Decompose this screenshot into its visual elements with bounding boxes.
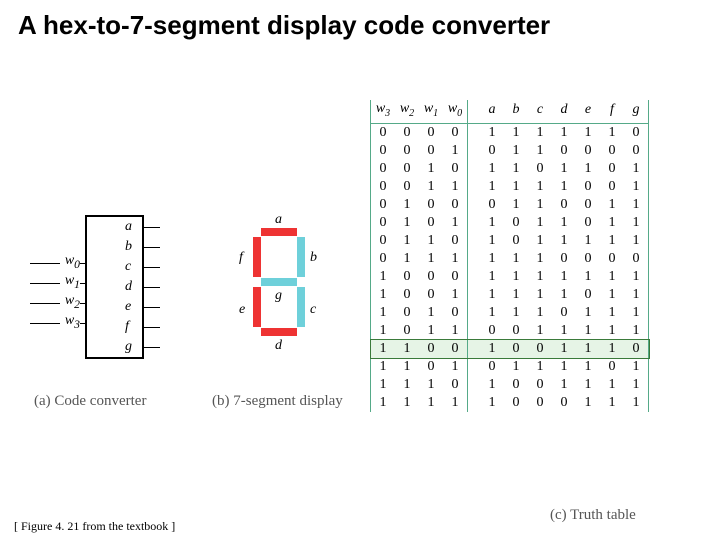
- input-w3-wire: [30, 323, 60, 324]
- input-w0-label: w0: [52, 253, 80, 271]
- input-w0-wire: [30, 263, 60, 264]
- tt-header-g: g: [624, 100, 649, 123]
- tt-row: 11010111101: [371, 358, 649, 376]
- tt-header-c: c: [528, 100, 552, 123]
- output-b-label: b: [125, 239, 132, 255]
- tt-header-b: b: [504, 100, 528, 123]
- figure-citation: [ Figure 4. 21 from the textbook ]: [14, 519, 175, 534]
- segment-d: [261, 328, 297, 336]
- tt-row: 10110011111: [371, 322, 649, 340]
- caption-b: (b) 7-segment display: [212, 393, 343, 410]
- output-b-wire: [142, 247, 160, 248]
- tt-header-w2: w2: [395, 100, 419, 123]
- tt-row: 10001111111: [371, 268, 649, 286]
- tt-row: 01101011111: [371, 232, 649, 250]
- segment-g: [261, 278, 297, 286]
- tt-row: 00111111001: [371, 178, 649, 196]
- output-e-label: e: [125, 299, 131, 315]
- input-w3-label: w3: [52, 313, 80, 331]
- tt-header-f: f: [600, 100, 624, 123]
- output-f-label: f: [125, 319, 129, 335]
- input-w3-stub: [80, 323, 87, 324]
- output-g-label: g: [125, 339, 132, 355]
- output-a-label: a: [125, 219, 132, 235]
- output-c-label: c: [125, 259, 131, 275]
- segment-a-label: a: [275, 212, 282, 228]
- segment-e: [253, 287, 261, 327]
- segment-b: [297, 237, 305, 277]
- tt-row: 00010110000: [371, 142, 649, 160]
- input-w2-wire: [30, 303, 60, 304]
- segment-f: [253, 237, 261, 277]
- tt-header-w0: w0: [443, 100, 468, 123]
- converter-box: [85, 215, 144, 359]
- output-c-wire: [142, 267, 160, 268]
- segment-b-label: b: [310, 250, 317, 266]
- seven-segment-display: a f b g e c d: [235, 220, 335, 370]
- segment-d-label: d: [275, 338, 282, 354]
- tt-row: 11101001111: [371, 376, 649, 394]
- content-area: w0 w1 w2 w3 a b c d e f g (a) Code conve…: [0, 45, 720, 505]
- segment-f-label: f: [239, 250, 243, 266]
- tt-row: 01011011011: [371, 214, 649, 232]
- tt-header-w3: w3: [371, 100, 396, 123]
- tt-header-a: a: [480, 100, 504, 123]
- input-w2-label: w2: [52, 293, 80, 311]
- tt-row: 00101101101: [371, 160, 649, 178]
- output-g-wire: [142, 347, 160, 348]
- code-converter-diagram: w0 w1 w2 w3 a b c d e f g: [30, 215, 190, 365]
- tt-row: 10011111011: [371, 286, 649, 304]
- tt-row: 10101110111: [371, 304, 649, 322]
- tt-header-w1: w1: [419, 100, 443, 123]
- output-d-wire: [142, 287, 160, 288]
- slide-title: A hex-to-7-segment display code converte…: [0, 0, 720, 45]
- input-w2-stub: [80, 303, 87, 304]
- input-w1-label: w1: [52, 273, 80, 291]
- output-f-wire: [142, 327, 160, 328]
- output-e-wire: [142, 307, 160, 308]
- truth-table: w3w2w1w0abcdefg 000011111100001011000000…: [370, 100, 649, 412]
- tt-row: 00001111110: [371, 123, 649, 142]
- segment-a: [261, 228, 297, 236]
- segment-e-label: e: [239, 302, 245, 318]
- tt-header-d: d: [552, 100, 576, 123]
- input-w1-wire: [30, 283, 60, 284]
- tt-row: 01000110011: [371, 196, 649, 214]
- output-d-label: d: [125, 279, 132, 295]
- input-w1-stub: [80, 283, 87, 284]
- tt-header-e: e: [576, 100, 600, 123]
- output-a-wire: [142, 227, 160, 228]
- caption-a: (a) Code converter: [34, 393, 146, 410]
- segment-c-label: c: [310, 302, 316, 318]
- tt-row: 01111110000: [371, 250, 649, 268]
- tt-row: 11001001110: [371, 340, 649, 358]
- caption-c: (c) Truth table: [550, 507, 636, 524]
- tt-row: 11111000111: [371, 394, 649, 412]
- segment-g-label: g: [275, 288, 282, 304]
- input-w0-stub: [80, 263, 87, 264]
- segment-c: [297, 287, 305, 327]
